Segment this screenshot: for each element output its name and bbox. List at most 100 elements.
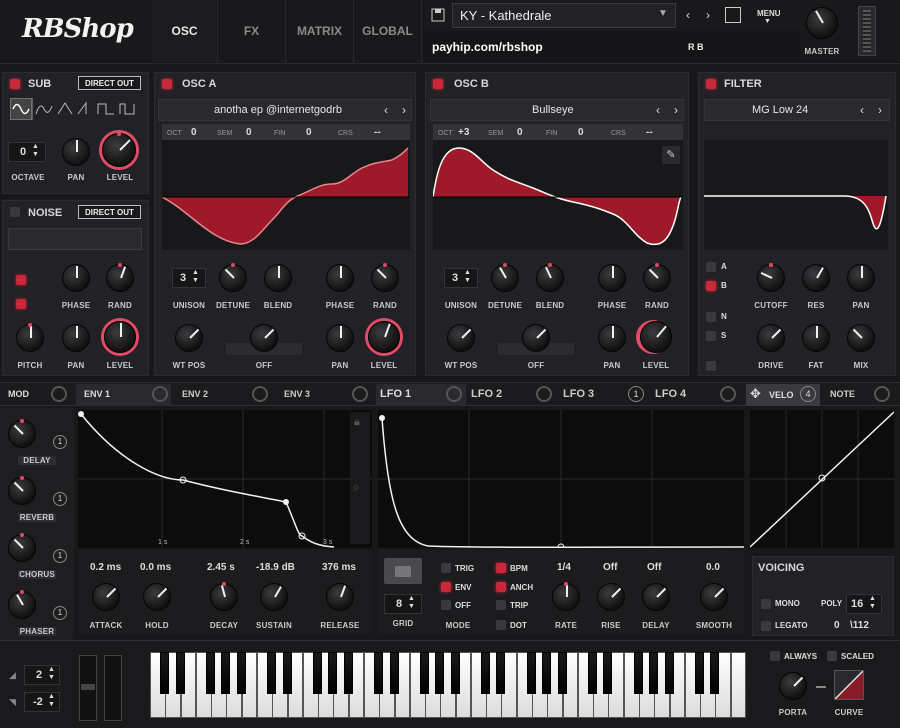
sub-pan-knob[interactable] [62, 138, 90, 166]
black-key[interactable] [343, 652, 353, 694]
noise-phase-knob[interactable] [62, 264, 90, 292]
noise-keytrack-toggle[interactable] [16, 275, 26, 285]
lfo-1-ring-icon[interactable] [446, 386, 462, 402]
browser-icon[interactable] [725, 7, 741, 23]
opt-dot-toggle[interactable] [496, 620, 506, 630]
osc-b-warp-knob[interactable] [522, 324, 550, 352]
filter-enable[interactable] [706, 79, 716, 89]
sustain-knob[interactable] [260, 583, 288, 611]
sub-level-knob[interactable] [102, 132, 136, 167]
black-key[interactable] [603, 652, 613, 694]
black-key[interactable] [435, 652, 445, 694]
black-key[interactable] [542, 652, 552, 694]
sub-enable[interactable] [10, 79, 20, 89]
black-key[interactable] [175, 652, 185, 694]
osc-a-detune-knob[interactable] [219, 263, 247, 292]
filter-cutoff-knob[interactable] [757, 263, 785, 292]
rate-knob[interactable] [552, 582, 580, 611]
black-key[interactable] [649, 652, 659, 694]
osc-a-blend-knob[interactable] [264, 264, 292, 292]
filter-route-a[interactable] [706, 262, 716, 272]
osc-b-waveform[interactable] [433, 140, 683, 250]
osc-b-level-knob[interactable] [640, 321, 672, 353]
osc-b-pan-knob[interactable] [598, 324, 626, 352]
mode-trig-toggle[interactable] [441, 563, 451, 573]
filter-next-button[interactable]: › [873, 102, 887, 118]
preset-url[interactable]: payhip.com/rbshop [432, 40, 543, 54]
osc-a-crs-value[interactable]: -- [374, 127, 381, 138]
lfo-delay-knob[interactable] [642, 583, 670, 611]
chorus-knob[interactable] [8, 533, 36, 562]
decay-knob[interactable] [210, 582, 238, 611]
env-graph[interactable] [78, 410, 372, 548]
tab-note[interactable]: NOTE [830, 389, 855, 399]
grid-stepper[interactable] [384, 594, 422, 614]
black-key[interactable] [282, 652, 292, 694]
phaser-knob[interactable] [8, 590, 36, 619]
osc-a-fin-value[interactable]: 0 [306, 127, 312, 138]
osc-a-phase-knob[interactable] [326, 264, 354, 292]
osc-a-prev-button[interactable]: ‹ [379, 102, 393, 118]
black-key[interactable] [450, 652, 460, 694]
osc-a-next-button[interactable]: › [397, 102, 411, 118]
legato-toggle[interactable] [761, 621, 771, 631]
filter-mix-knob[interactable] [847, 324, 875, 352]
opt-anch-toggle[interactable] [496, 582, 506, 592]
lfo-4-ring-icon[interactable] [720, 386, 736, 402]
tab-osc[interactable]: OSC [152, 0, 218, 62]
opt-trip-toggle[interactable] [496, 600, 506, 610]
lfo-graph[interactable] [378, 410, 744, 548]
filter-keytrack-toggle[interactable] [706, 361, 716, 371]
black-key[interactable] [695, 652, 705, 694]
osc-a-level-knob[interactable] [368, 321, 400, 353]
osc-a-oct-value[interactable]: 0 [191, 127, 197, 138]
osc-b-blend-knob[interactable] [536, 263, 564, 292]
velo-graph[interactable] [750, 410, 894, 548]
tab-env-2[interactable]: ENV 2 [182, 389, 208, 399]
tab-global[interactable]: GLOBAL [354, 0, 422, 62]
attack-knob[interactable] [92, 583, 120, 611]
osc-b-prev-button[interactable]: ‹ [651, 102, 665, 118]
tab-matrix[interactable]: MATRIX [286, 0, 354, 62]
osc-b-oct-value[interactable]: +3 [458, 127, 469, 138]
noise-pan-knob[interactable] [62, 324, 90, 352]
black-key[interactable] [206, 652, 216, 694]
opt-bpm-toggle[interactable] [496, 563, 506, 573]
lfo-2-ring-icon[interactable] [536, 386, 552, 402]
filter-res-knob[interactable] [802, 264, 830, 292]
tab-lfo-2[interactable]: LFO 2 [471, 388, 502, 400]
osc-a-waveform[interactable] [162, 140, 410, 250]
filter-route-n[interactable] [706, 312, 716, 322]
noise-rand-knob[interactable] [106, 263, 134, 292]
black-key[interactable] [374, 652, 384, 694]
osc-b-unison-stepper[interactable] [444, 268, 478, 288]
master-knob[interactable] [806, 7, 838, 39]
black-key[interactable] [328, 652, 338, 694]
black-key[interactable] [236, 652, 246, 694]
env-2-ring-icon[interactable] [252, 386, 268, 402]
mode-off-toggle[interactable] [441, 600, 451, 610]
black-key[interactable] [496, 652, 506, 694]
env-1-ring-icon[interactable] [152, 386, 168, 402]
filter-response[interactable] [704, 140, 888, 250]
note-ring-icon[interactable] [874, 386, 890, 402]
keyboard[interactable] [150, 652, 747, 720]
smooth-knob[interactable] [700, 583, 728, 611]
noise-stereo-toggle[interactable] [16, 299, 26, 309]
delay-knob[interactable] [8, 419, 36, 448]
osc-a-unison-stepper[interactable] [172, 268, 206, 288]
env-3-ring-icon[interactable] [352, 386, 368, 402]
always-toggle[interactable] [770, 651, 780, 661]
osc-a-sem-value[interactable]: 0 [246, 127, 252, 138]
osc-a-enable[interactable] [162, 79, 172, 89]
filter-fat-knob[interactable] [802, 324, 830, 352]
white-key[interactable] [730, 652, 747, 718]
osc-b-crs-value[interactable]: -- [646, 127, 653, 138]
black-key[interactable] [267, 652, 277, 694]
black-key[interactable] [634, 652, 644, 694]
black-key[interactable] [557, 652, 567, 694]
reverb-knob[interactable] [8, 476, 36, 505]
osc-a-warp-off[interactable]: OFF [244, 361, 284, 370]
osc-a-wtpos-knob[interactable] [175, 324, 203, 352]
osc-b-rand-knob[interactable] [643, 263, 671, 292]
